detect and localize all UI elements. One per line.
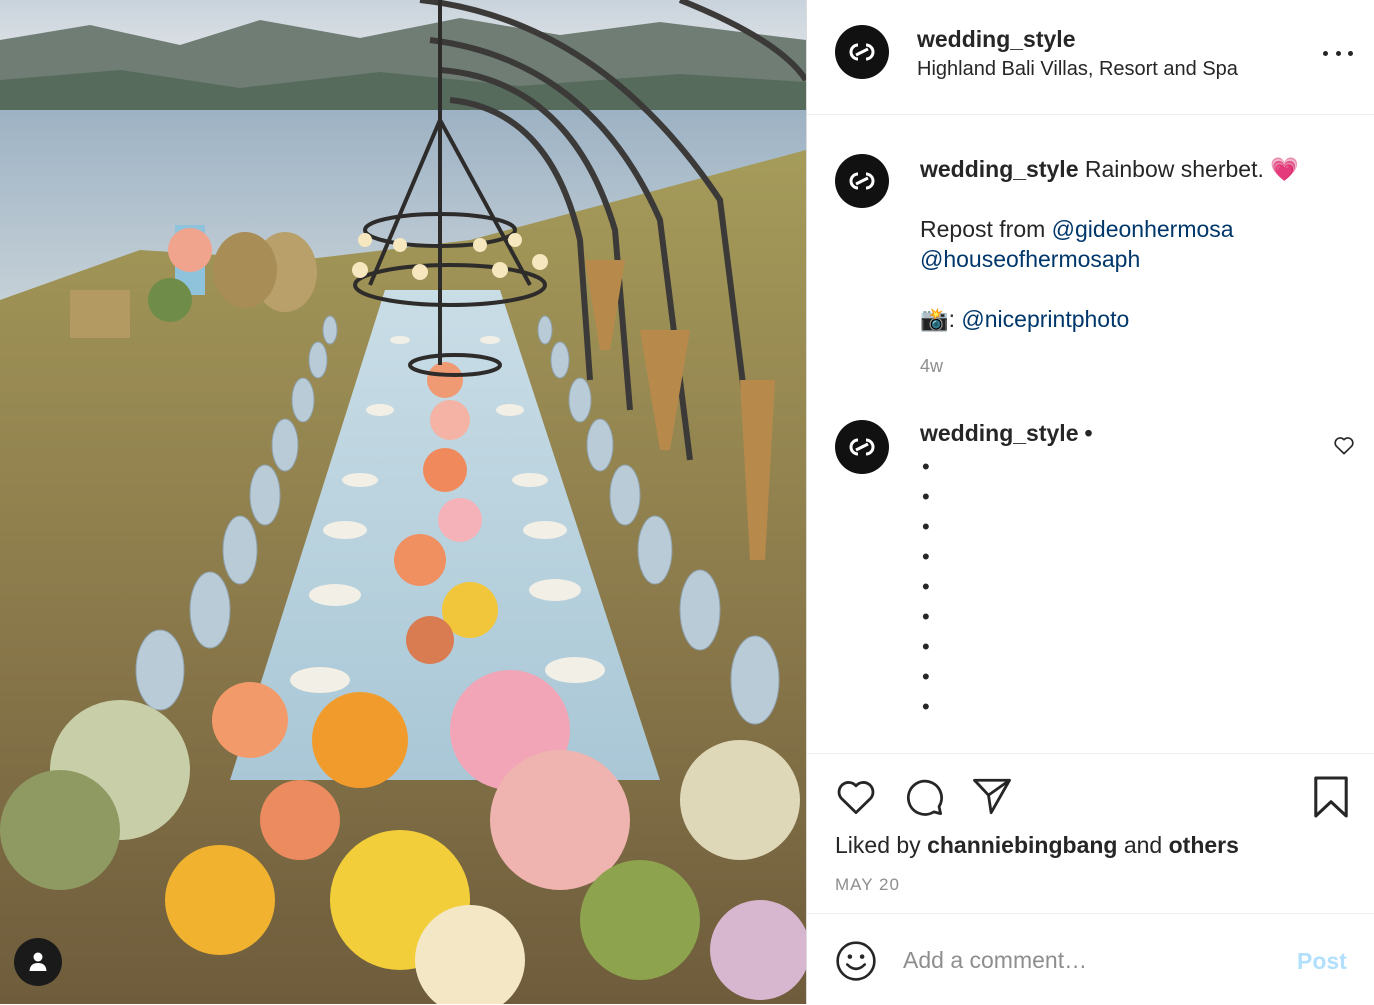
comment-line: •: [922, 514, 930, 539]
caption-body: Rainbow sherbet.: [1084, 156, 1264, 182]
header-username[interactable]: wedding_style: [917, 26, 1075, 53]
caption-username[interactable]: wedding_style: [920, 156, 1078, 182]
comment-line: •: [922, 544, 930, 569]
smiley-icon: [836, 941, 876, 981]
share-button[interactable]: [971, 776, 1013, 821]
brand-logo-icon: [849, 438, 875, 456]
post-photo[interactable]: [0, 0, 806, 1004]
post-date[interactable]: MAY 20: [835, 875, 900, 895]
liked-by-others[interactable]: others: [1169, 832, 1239, 858]
avatar[interactable]: [835, 420, 889, 474]
comment-separator: •: [1084, 420, 1093, 446]
likes-summary: Liked by channiebingbang and others: [835, 832, 1239, 859]
mention-link[interactable]: @houseofhermosaph: [920, 246, 1140, 272]
caption-text: wedding_style Rainbow sherbet. 💗 Repost …: [920, 154, 1350, 334]
instagram-post: wedding_style Highland Bali Villas, Reso…: [0, 0, 1374, 1004]
avatar[interactable]: [835, 154, 889, 208]
comment-like-button[interactable]: [1333, 435, 1355, 460]
brand-logo-icon: [849, 43, 875, 61]
heart-icon: [837, 781, 875, 815]
liked-by-user[interactable]: channiebingbang: [927, 832, 1117, 858]
comment-body: • • • • • • • • •: [922, 452, 930, 722]
heart-emoji: 💗: [1270, 156, 1299, 182]
liked-by-label: Liked by: [835, 832, 921, 858]
liked-and-label: and: [1123, 832, 1163, 858]
comment-line: •: [922, 454, 930, 479]
bookmark-icon: [1314, 776, 1348, 818]
post-header: wedding_style Highland Bali Villas, Reso…: [807, 0, 1374, 115]
comment-username-link[interactable]: wedding_style: [920, 420, 1078, 446]
comment-line: •: [922, 634, 930, 659]
comment-username: wedding_style •: [920, 420, 1093, 447]
comment-line: •: [922, 664, 930, 689]
emoji-button[interactable]: [835, 940, 877, 987]
repost-label: Repost from: [920, 216, 1046, 242]
mention-link[interactable]: @niceprintphoto: [961, 306, 1129, 332]
wedding-table-photo: [0, 0, 806, 1004]
more-options-button[interactable]: [1323, 40, 1353, 66]
camera-separator: :: [948, 306, 956, 332]
more-horizontal-icon: [1323, 50, 1328, 56]
heart-icon: [1334, 437, 1354, 455]
comment-line: •: [922, 484, 930, 509]
comment-line: •: [922, 574, 930, 599]
paper-plane-icon: [973, 778, 1011, 815]
post-side-panel: wedding_style Highland Bali Villas, Reso…: [806, 0, 1374, 1004]
comment-line: •: [922, 694, 930, 719]
post-actions: Liked by channiebingbang and others MAY …: [807, 753, 1374, 914]
avatar[interactable]: [835, 25, 889, 79]
header-location[interactable]: Highland Bali Villas, Resort and Spa: [917, 58, 1238, 81]
add-comment-bar: Post: [807, 913, 1374, 1005]
mention-link[interactable]: @gideonhermosa: [1052, 216, 1234, 242]
post-comment-button[interactable]: Post: [1297, 948, 1347, 975]
brand-logo-icon: [849, 172, 875, 190]
comment-bubble-icon: [906, 779, 943, 816]
comment-input[interactable]: [903, 942, 1273, 978]
caption-timestamp[interactable]: 4w: [920, 356, 943, 377]
comment-line: •: [922, 604, 930, 629]
like-button[interactable]: [835, 776, 877, 821]
person-icon: [29, 952, 47, 971]
comment-button[interactable]: [903, 776, 945, 823]
camera-emoji: 📸: [920, 306, 949, 332]
save-button[interactable]: [1312, 776, 1350, 823]
user-tag-button[interactable]: [14, 938, 62, 986]
